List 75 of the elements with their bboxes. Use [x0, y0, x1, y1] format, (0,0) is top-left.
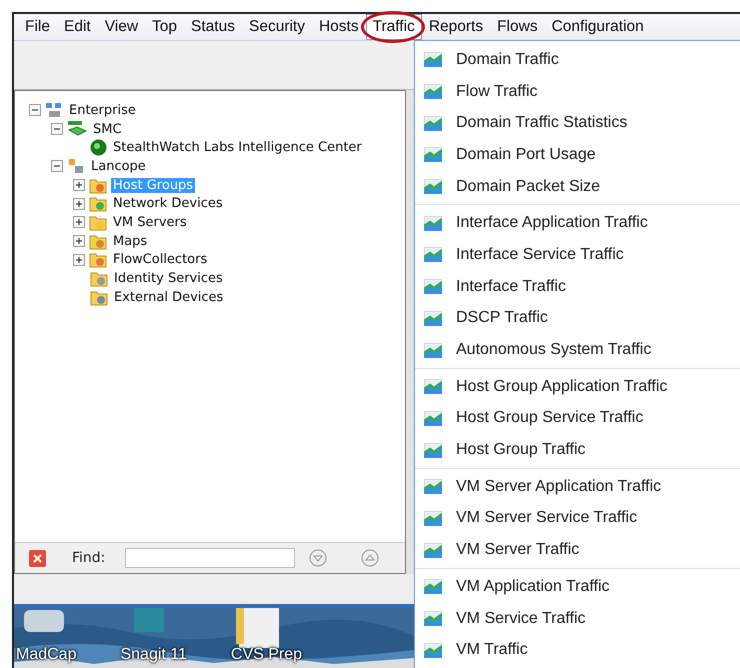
tree-item[interactable]: Enterprise: [67, 102, 138, 118]
find-label: Find:: [72, 550, 106, 566]
expand-icon[interactable]: [73, 235, 85, 248]
menu-item[interactable]: VM Server Service Traffic: [456, 509, 638, 528]
menu-item[interactable]: DSCP Traffic: [456, 309, 548, 328]
find-field[interactable]: [125, 548, 296, 568]
menu-item[interactable]: Host Group Traffic: [456, 441, 586, 460]
collapse-icon[interactable]: [29, 104, 41, 116]
chart-icon: [424, 410, 442, 426]
chart-icon: [424, 179, 442, 194]
chart-icon: [424, 342, 442, 358]
globe-icon: [90, 139, 107, 156]
chart-icon: [424, 84, 442, 100]
site-icon: [67, 158, 85, 175]
expand-icon[interactable]: [73, 198, 85, 210]
tree-item[interactable]: FlowCollectors: [111, 252, 210, 268]
menu-item[interactable]: View: [98, 14, 146, 40]
desktop-icon-label[interactable]: CVS Prep: [230, 646, 302, 664]
server-icon: [67, 120, 87, 138]
tree-item[interactable]: Network Devices: [111, 196, 225, 212]
tree-item[interactable]: VM Servers: [111, 214, 189, 230]
chart-icon: [424, 542, 442, 558]
menu-item[interactable]: Domain Traffic Statistics: [456, 114, 628, 132]
menu-item[interactable]: Domain Packet Size: [456, 178, 600, 196]
chart-icon: [424, 379, 442, 394]
network-icon: [45, 102, 63, 119]
desktop-icon-label[interactable]: MadCap: [16, 646, 76, 664]
menu-item[interactable]: VM Application Traffic: [456, 578, 610, 596]
tree-item[interactable]: Lancope: [89, 158, 148, 174]
tree-item[interactable]: Maps: [111, 234, 150, 249]
chart-icon: [424, 442, 442, 458]
menu-item[interactable]: Flow Traffic: [456, 82, 538, 101]
menu-item[interactable]: Reports: [422, 14, 490, 40]
menu-item[interactable]: Host Group Service Traffic: [456, 409, 644, 428]
expand-icon[interactable]: [73, 179, 85, 192]
chart-icon: [424, 642, 442, 658]
tree-item[interactable]: StealthWatch Labs Intelligence Center: [111, 140, 364, 156]
menu-item[interactable]: VM Traffic: [456, 641, 528, 660]
chart-icon: [424, 611, 442, 626]
menu-item[interactable]: Configuration: [544, 14, 651, 40]
menu-item[interactable]: Interface Traffic: [456, 278, 566, 296]
menu-item[interactable]: Interface Service Traffic: [456, 246, 624, 264]
menu-item[interactable]: Hosts: [312, 14, 366, 40]
menu-item[interactable]: Host Group Application Traffic: [456, 378, 668, 396]
tree-item[interactable]: External Devices: [112, 290, 226, 305]
menu-item[interactable]: Top: [145, 14, 184, 40]
menu-item[interactable]: File: [18, 14, 57, 40]
menu-item[interactable]: VM Server Application Traffic: [456, 478, 662, 496]
close-icon[interactable]: [29, 550, 46, 566]
chart-icon: [424, 216, 442, 231]
chart-icon: [424, 147, 442, 162]
menu-item[interactable]: Edit: [56, 14, 98, 40]
expand-icon[interactable]: [73, 254, 85, 266]
tree-item[interactable]: Identity Services: [112, 271, 225, 286]
menu-item[interactable]: Autonomous System Traffic: [456, 341, 652, 360]
chart-icon: [424, 510, 442, 526]
menu-item[interactable]: Interface Application Traffic: [456, 214, 648, 232]
menu-item[interactable]: Security: [242, 14, 312, 40]
menu-item[interactable]: VM Server Traffic: [456, 541, 580, 560]
collapse-icon[interactable]: [51, 160, 63, 172]
chart-icon: [424, 52, 442, 68]
menu-item[interactable]: Flows: [490, 14, 545, 40]
chart-icon: [424, 116, 442, 131]
menu-item[interactable]: Domain Traffic: [456, 50, 559, 69]
chart-icon: [424, 310, 442, 326]
menu-item[interactable]: VM Service Traffic: [456, 610, 586, 628]
expand-icon[interactable]: [73, 216, 85, 228]
menu-item[interactable]: Status: [184, 14, 242, 40]
tree-item[interactable]: SMC: [91, 122, 124, 137]
chart-icon: [424, 479, 442, 494]
chart-icon: [424, 247, 442, 262]
collapse-icon[interactable]: [51, 123, 63, 136]
chart-icon: [424, 579, 442, 594]
chart-icon: [424, 279, 442, 294]
menu-item[interactable]: Domain Port Usage: [456, 146, 596, 164]
